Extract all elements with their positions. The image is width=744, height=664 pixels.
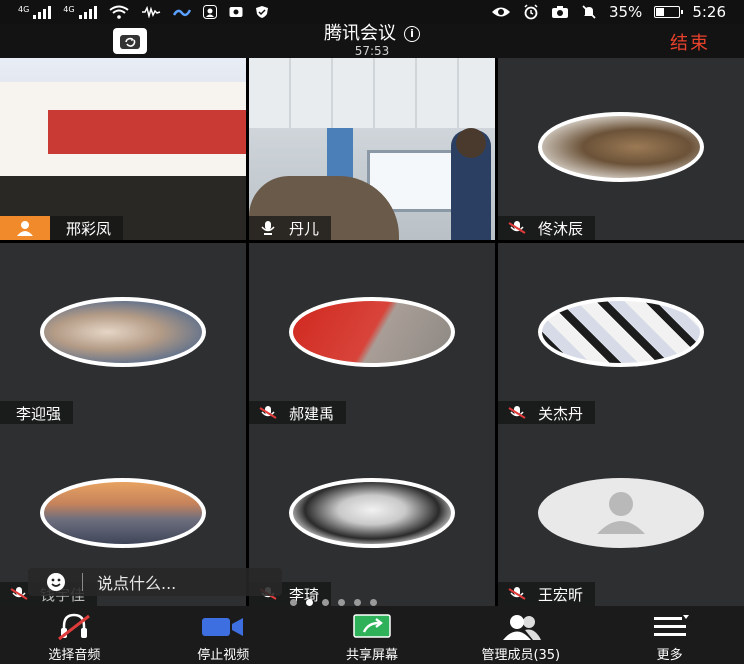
wifi-icon [108,5,129,19]
mic-muted-icon [508,587,526,600]
clock: 5:26 [692,3,726,21]
meeting-header: 腾讯会议 i 57:53 结束 [0,24,744,58]
select-audio-button[interactable]: 选择音频 [0,606,149,664]
headset-muted-icon [58,613,91,641]
signal-icon: 4G [18,5,52,19]
video-feed [249,58,495,240]
participant-name: 丹儿 [289,219,320,238]
meeting-timer: 57:53 [354,44,390,58]
meeting-title-text: 腾讯会议 [324,23,396,44]
status-bar: 4G 4G 35% 5:26 [0,0,744,24]
camera-notification-icon [229,7,243,17]
participant-nameplate: 李迎强 [0,401,74,425]
page-dot[interactable] [338,599,345,606]
participant-name: 李迎强 [16,404,62,423]
alarm-icon [524,4,538,20]
page-indicator [290,599,377,606]
video-camera-icon [202,618,244,636]
manage-members-button[interactable]: 管理成员(35) [446,606,595,664]
participant-tile[interactable]: 李琦 [249,424,495,606]
mic-muted-icon [10,587,28,600]
avatar [538,478,704,548]
participant-tile[interactable]: 邢彩凤 [0,58,246,240]
video-feed [0,58,246,240]
mic-on-icon [261,221,275,235]
mute-bell-icon [582,5,596,19]
end-meeting-button[interactable]: 结束 [670,29,710,55]
meeting-toolbar: 选择音频 停止视频 共享屏幕 管理成员(35) 更多 [0,606,744,664]
page-dot[interactable] [354,599,361,606]
select-audio-label: 选择音频 [48,648,101,663]
menu-icon [653,615,689,636]
chat-placeholder: 说点什么... [97,574,177,593]
members-icon [502,615,541,640]
stop-video-label: 停止视频 [197,648,250,663]
more-button[interactable]: 更多 [595,606,744,664]
participant-tile-active[interactable]: 丹儿 [249,58,495,240]
participant-tile[interactable]: 郝建禹 [249,243,495,425]
avatar [40,297,206,367]
divider [82,573,83,591]
mic-muted-icon [259,406,277,419]
avatar [40,478,206,548]
participant-grid: 邢彩凤 丹儿 佟沐辰 李迎强 郝建禹 关杰丹 李琦 王宏昕 [0,58,744,606]
location-icon [202,5,217,19]
avatar [289,297,455,367]
app-notification-icon [172,9,191,17]
participant-name: 王宏昕 [538,585,584,604]
participant-nameplate: 王宏昕 [498,582,596,606]
participant-name: 邢彩凤 [66,219,112,238]
avatar [289,478,455,548]
presenter-badge [0,216,50,240]
participant-tile[interactable]: 王宏昕 [498,424,744,606]
share-screen-button[interactable]: 共享屏幕 [298,606,447,664]
participant-nameplate: 丹儿 [249,216,332,240]
page-dot[interactable] [370,599,377,606]
participant-name: 佟沐辰 [538,219,584,238]
participant-name: 关杰丹 [538,404,584,423]
signal-icon-2: 4G [63,5,97,19]
share-screen-label: 共享屏幕 [345,648,398,663]
audio-wave-icon [141,6,160,18]
battery-icon [654,6,684,18]
page-dot[interactable] [290,599,297,606]
info-icon[interactable]: i [404,26,420,42]
participant-tile[interactable]: 李迎强 [0,243,246,425]
participant-nameplate: 佟沐辰 [498,216,596,240]
more-label: 更多 [656,648,683,663]
meeting-title[interactable]: 腾讯会议 i [0,24,744,44]
avatar [538,112,704,182]
participant-nameplate: 郝建禹 [249,401,347,425]
manage-members-label: 管理成员(35) [481,648,561,663]
default-avatar-icon [597,492,645,534]
page-dot-active[interactable] [306,599,313,606]
chat-input[interactable]: 说点什么... [28,568,282,596]
page-dot[interactable] [322,599,329,606]
participant-nameplate: 邢彩凤 [50,216,124,240]
emoji-icon[interactable] [46,572,66,592]
share-screen-icon [353,614,391,638]
mic-muted-icon [508,406,526,419]
eye-icon [491,7,510,17]
participant-tile[interactable]: 关杰丹 [498,243,744,425]
avatar [538,297,704,367]
stop-video-button[interactable]: 停止视频 [149,606,298,664]
battery-percent: 35% [608,3,643,21]
person-icon [17,221,33,236]
shield-icon [255,6,268,18]
participant-nameplate: 关杰丹 [498,401,596,425]
participant-tile[interactable]: 佟沐辰 [498,58,744,240]
mic-muted-icon [508,221,526,234]
participant-name: 郝建禹 [289,404,335,423]
camera-icon [551,6,568,18]
